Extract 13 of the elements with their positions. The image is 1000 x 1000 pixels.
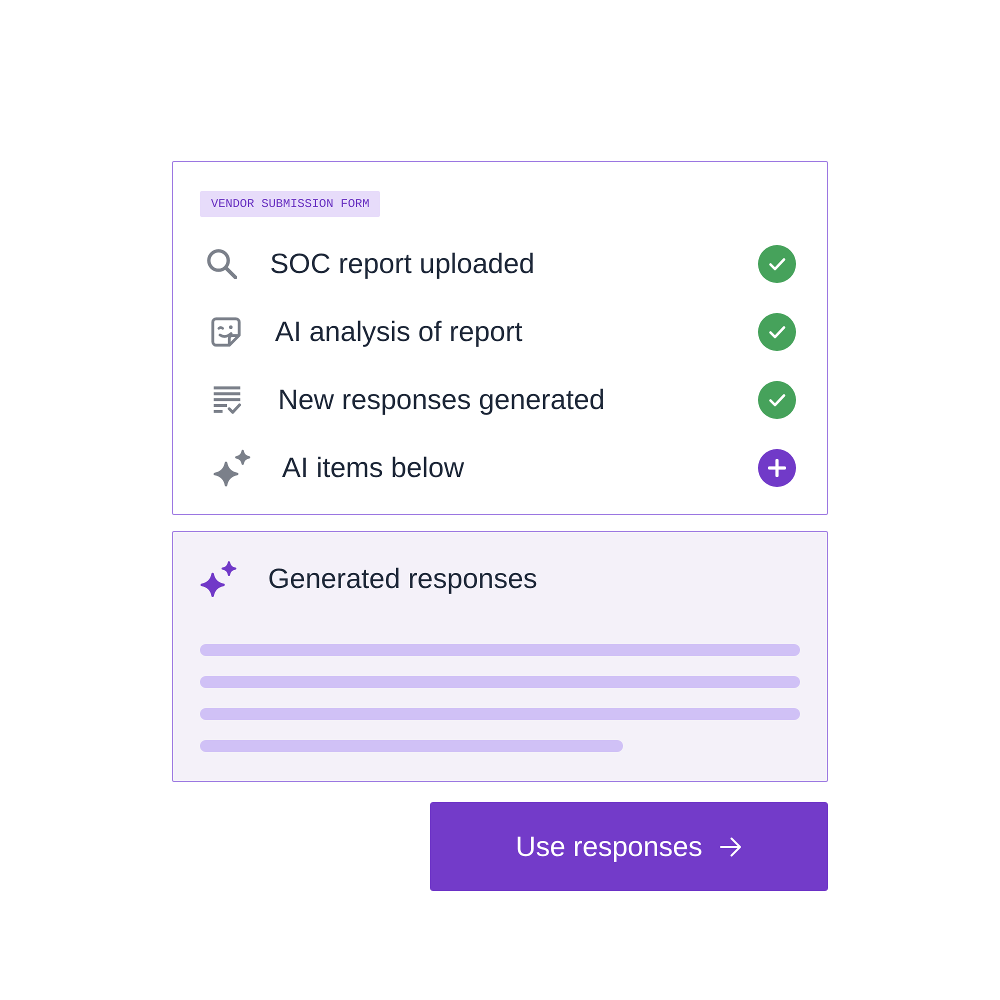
step-label: AI analysis of report: [275, 315, 522, 349]
step-label: New responses generated: [278, 383, 605, 417]
step-label: SOC report uploaded: [270, 247, 535, 281]
sparkles-icon: [213, 449, 252, 487]
smiley-sticker-icon: [211, 317, 241, 347]
arrow-right-icon: [720, 836, 742, 856]
step-label: AI items below: [282, 451, 464, 485]
form-badge: VENDOR SUBMISSION FORM: [200, 191, 380, 217]
sparkles-icon: [200, 560, 238, 598]
checklist-icon: [213, 385, 241, 415]
search-icon: [207, 249, 237, 279]
use-responses-button[interactable]: Use responses: [430, 802, 828, 891]
responses-title: Generated responses: [268, 562, 538, 596]
